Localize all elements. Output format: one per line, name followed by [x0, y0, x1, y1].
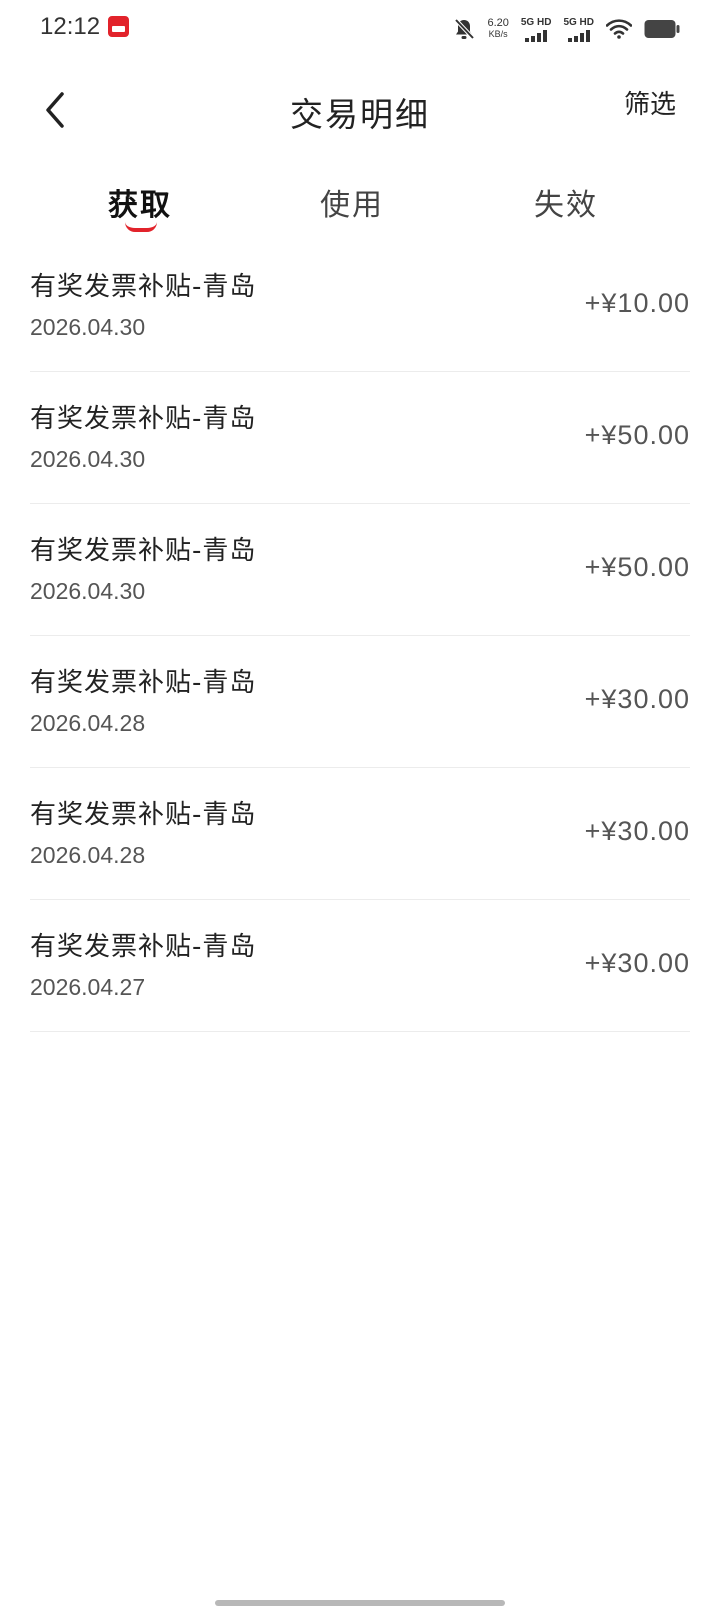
filter-button[interactable]: 筛选: [624, 84, 676, 121]
transaction-date: 2026.04.30: [30, 446, 146, 472]
battery-icon: [644, 19, 680, 39]
app-notification-icon: [108, 16, 129, 37]
home-indicator[interactable]: [215, 1600, 505, 1606]
network-speed-value: 6.20: [487, 17, 509, 29]
sim1-signal: 5G HD: [520, 16, 552, 42]
tab-use[interactable]: 使用: [320, 180, 384, 224]
transaction-amount: +¥30.00: [584, 816, 690, 846]
transaction-date: 2026.04.30: [30, 578, 146, 604]
transaction-title: 有奖发票补贴-青岛: [30, 272, 257, 302]
sim2-signal-label: 5G HD: [563, 16, 594, 28]
transaction-date: 2026.04.28: [30, 842, 146, 868]
status-bar: 12:12 6.20 KB/s 5G HD 5G HD: [0, 0, 720, 56]
transaction-amount: +¥30.00: [584, 684, 690, 714]
top-navigation-bar: 交易明细 筛选: [0, 62, 720, 158]
tab-obtain[interactable]: 获取: [108, 180, 172, 224]
transaction-row[interactable]: 有奖发票补贴-青岛 2026.04.28 +¥30.00: [30, 768, 690, 900]
transaction-list: 有奖发票补贴-青岛 2026.04.30 +¥10.00 有奖发票补贴-青岛 2…: [30, 240, 690, 1032]
network-speed: 6.20 KB/s: [487, 18, 508, 40]
transaction-date: 2026.04.28: [30, 710, 146, 736]
transaction-date: 2026.04.30: [30, 314, 146, 340]
wifi-icon: [606, 19, 632, 39]
tab-expired[interactable]: 失效: [534, 180, 598, 224]
transaction-row[interactable]: 有奖发票补贴-青岛 2026.04.30 +¥50.00: [30, 372, 690, 504]
tab-bar: 获取 使用 失效: [0, 170, 720, 240]
sim1-signal-label: 5G HD: [520, 16, 552, 28]
signal-bars-icon: [525, 29, 548, 42]
transaction-amount: +¥10.00: [584, 288, 690, 318]
status-time: 12:12: [40, 13, 101, 40]
page-title: 交易明细: [290, 95, 430, 134]
transaction-amount: +¥30.00: [584, 948, 690, 978]
transaction-title: 有奖发票补贴-青岛: [30, 668, 257, 698]
network-speed-unit: KB/s: [488, 29, 508, 39]
transaction-title: 有奖发票补贴-青岛: [30, 932, 257, 962]
sim2-signal: 5G HD: [563, 17, 594, 42]
transaction-title: 有奖发票补贴-青岛: [30, 536, 257, 566]
status-indicators: 6.20 KB/s 5G HD 5G HD: [453, 14, 680, 44]
transaction-row[interactable]: 有奖发票补贴-青岛 2026.04.27 +¥30.00: [30, 900, 690, 1032]
transaction-amount: +¥50.00: [584, 552, 690, 582]
transaction-row[interactable]: 有奖发票补贴-青岛 2026.04.28 +¥30.00: [30, 636, 690, 768]
transaction-row[interactable]: 有奖发票补贴-青岛 2026.04.30 +¥50.00: [30, 504, 690, 636]
transaction-row[interactable]: 有奖发票补贴-青岛 2026.04.30 +¥10.00: [30, 240, 690, 372]
transaction-date: 2026.04.27: [30, 974, 146, 1000]
transaction-title: 有奖发票补贴-青岛: [30, 404, 257, 434]
transaction-amount: +¥50.00: [584, 420, 690, 450]
active-tab-indicator: [125, 222, 157, 232]
transaction-detail-screen: 12:12 6.20 KB/s 5G HD 5G HD 交易明细 筛选 获取 使…: [0, 0, 720, 1612]
signal-bars-icon: [567, 29, 590, 42]
transaction-title: 有奖发票补贴-青岛: [30, 800, 257, 830]
bell-muted-icon: [453, 17, 475, 41]
